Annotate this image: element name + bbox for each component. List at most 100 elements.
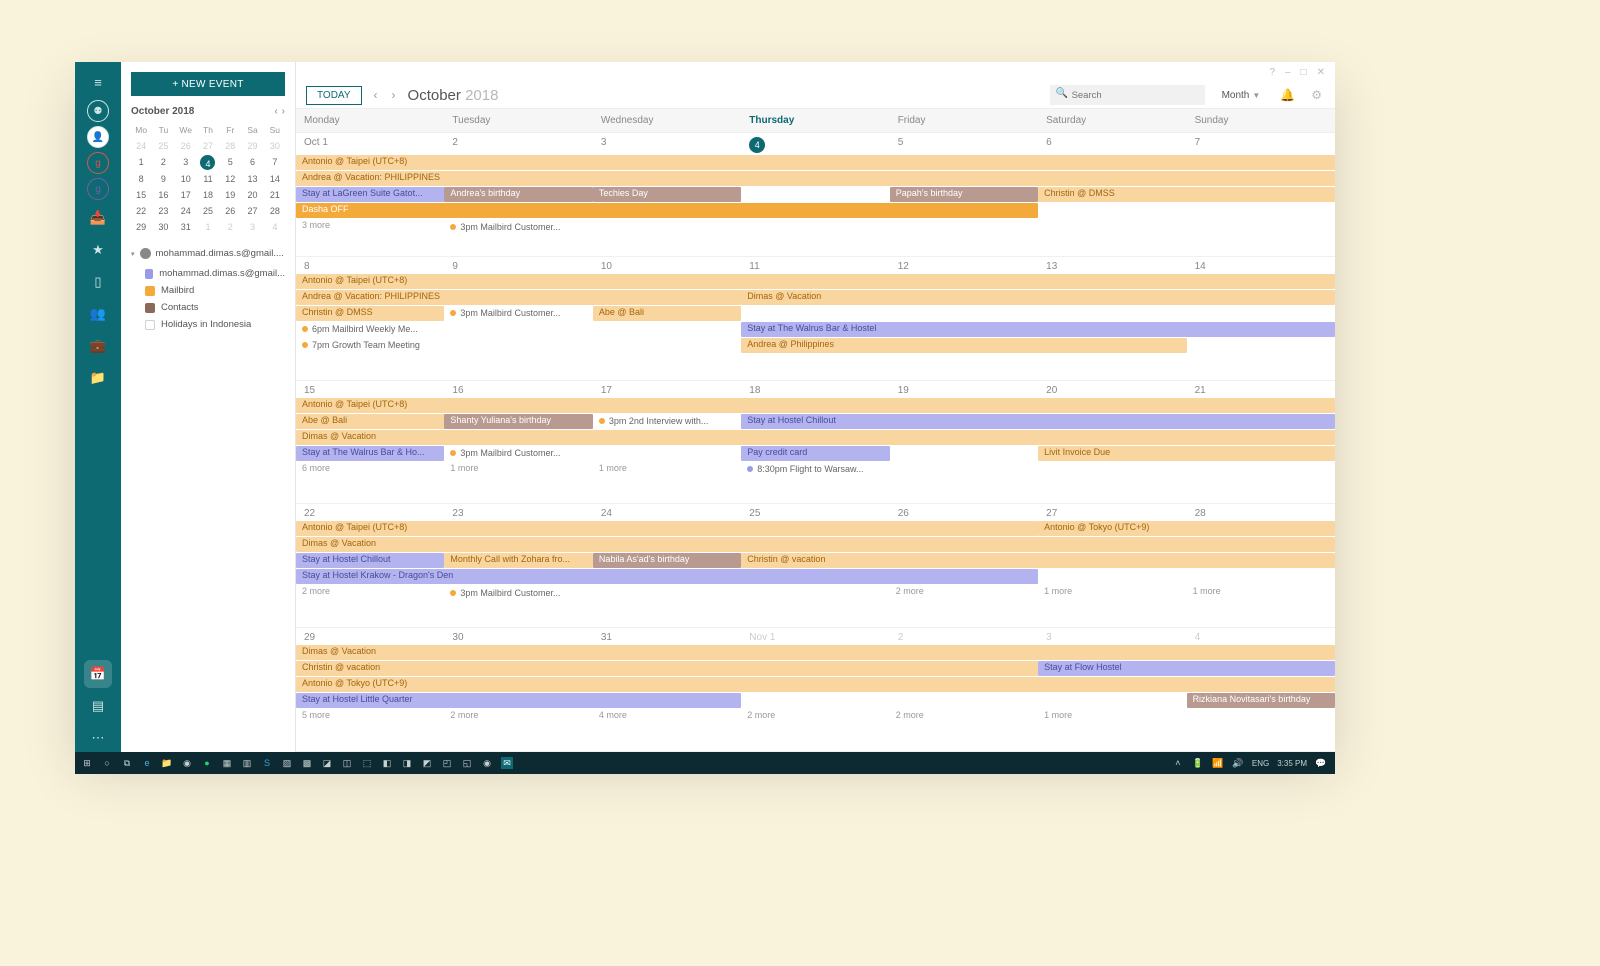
mini-day[interactable]: 9: [153, 172, 173, 186]
new-event-button[interactable]: + NEW EVENT: [131, 72, 285, 96]
mini-day[interactable]: 13: [242, 172, 262, 186]
minimize-icon[interactable]: –: [1285, 67, 1291, 78]
more-events-link[interactable]: 2 more: [741, 709, 889, 724]
mini-day[interactable]: 4: [200, 155, 215, 170]
date-cell[interactable]: 31: [593, 628, 741, 645]
calendar-event[interactable]: 3pm Mailbird Customer...: [444, 446, 592, 461]
calendar-event[interactable]: Christin @ DMSS: [1038, 187, 1335, 202]
date-cell[interactable]: 21: [1187, 381, 1335, 398]
mini-day[interactable]: 3: [176, 155, 196, 170]
date-cell[interactable]: 2: [444, 133, 592, 155]
mini-day[interactable]: 2: [220, 220, 240, 234]
calendar-toggle[interactable]: Contacts: [131, 299, 285, 316]
star-icon[interactable]: ★: [84, 236, 112, 264]
mini-day[interactable]: 31: [176, 220, 196, 234]
mini-day[interactable]: 6: [242, 155, 262, 170]
mini-day[interactable]: 29: [242, 139, 262, 153]
mini-day[interactable]: 1: [198, 220, 218, 234]
app2-icon[interactable]: ▦: [221, 757, 233, 769]
calendar-event[interactable]: 3pm Mailbird Customer...: [444, 219, 592, 234]
date-cell[interactable]: 3: [1038, 628, 1186, 645]
calendar-event[interactable]: Pay credit card: [741, 446, 889, 461]
calendar-event[interactable]: Andrea @ Philippines: [741, 338, 1186, 353]
mini-day[interactable]: 26: [176, 139, 196, 153]
calendar-event[interactable]: Antonio @ Taipei (UTC+8): [296, 521, 1038, 536]
mini-day[interactable]: 27: [198, 139, 218, 153]
start-icon[interactable]: ⊞: [81, 757, 93, 769]
help-icon[interactable]: ?: [1269, 67, 1275, 78]
date-cell[interactable]: 7: [1187, 133, 1335, 155]
cortana-icon[interactable]: ○: [101, 757, 113, 769]
app6-icon[interactable]: ◪: [321, 757, 333, 769]
maximize-icon[interactable]: □: [1301, 67, 1307, 78]
calendar-event[interactable]: Stay at The Walrus Bar & Hostel: [741, 322, 1335, 337]
calendar-event[interactable]: Dimas @ Vacation: [296, 430, 1335, 445]
more-events-link[interactable]: 1 more: [1038, 709, 1186, 724]
calendar-icon[interactable]: 📅: [84, 660, 112, 688]
date-cell[interactable]: 12: [890, 257, 1038, 274]
tray-time[interactable]: 3:35 PM: [1277, 759, 1307, 768]
date-cell[interactable]: 18: [741, 381, 889, 398]
mini-day[interactable]: 24: [176, 204, 196, 218]
calendar-event[interactable]: Abe @ Bali: [593, 306, 741, 321]
today-button[interactable]: TODAY: [306, 86, 362, 105]
date-cell[interactable]: 20: [1038, 381, 1186, 398]
date-cell[interactable]: 3: [593, 133, 741, 155]
calendar-event[interactable]: Antonio @ Tokyo (UTC+9): [296, 677, 1335, 692]
app7-icon[interactable]: ◫: [341, 757, 353, 769]
calendar-event[interactable]: Dimas @ Vacation: [741, 290, 1335, 305]
calendar-event[interactable]: Stay at Hostel Chillout: [296, 553, 444, 568]
calendar-event[interactable]: Antonio @ Tokyo (UTC+9): [1038, 521, 1335, 536]
date-cell[interactable]: 22: [296, 504, 444, 521]
more-events-link[interactable]: 6 more: [296, 462, 444, 477]
date-cell[interactable]: 25: [741, 504, 889, 521]
date-cell[interactable]: 4: [1187, 628, 1335, 645]
app9-icon[interactable]: ◧: [381, 757, 393, 769]
date-cell[interactable]: 28: [1187, 504, 1335, 521]
more-events-link[interactable]: 2 more: [444, 709, 592, 724]
calendar-event[interactable]: 3pm Mailbird Customer...: [444, 306, 592, 321]
mini-day[interactable]: 24: [131, 139, 151, 153]
date-cell[interactable]: 5: [890, 133, 1038, 155]
calendar-event[interactable]: 3pm 2nd Interview with...: [593, 414, 741, 429]
calendar-toggle[interactable]: Mailbird: [131, 282, 285, 299]
next-month-icon[interactable]: ›: [390, 88, 398, 102]
date-cell[interactable]: 26: [890, 504, 1038, 521]
calendar-event[interactable]: 6pm Mailbird Weekly Me...: [296, 322, 444, 337]
date-cell[interactable]: Oct 1: [296, 133, 444, 155]
app12-icon[interactable]: ◰: [441, 757, 453, 769]
more-events-link[interactable]: 5 more: [296, 709, 444, 724]
calendar-event[interactable]: Dimas @ Vacation: [296, 537, 1335, 552]
mini-day[interactable]: 20: [242, 188, 262, 202]
calendar-event[interactable]: Antonio @ Taipei (UTC+8): [296, 274, 1335, 289]
mini-day[interactable]: 30: [265, 139, 285, 153]
calendar-event[interactable]: Abe @ Bali: [296, 414, 444, 429]
mini-day[interactable]: 15: [131, 188, 151, 202]
mini-day[interactable]: 2: [153, 155, 173, 170]
calendar-event[interactable]: Stay at Hostel Krakow - Dragon's Den: [296, 569, 1038, 584]
calendar-event[interactable]: Techies Day: [593, 187, 741, 202]
calendar-event[interactable]: Andrea @ Vacation: PHILIPPINES: [296, 171, 1335, 186]
prev-month-icon[interactable]: ‹: [372, 88, 380, 102]
date-cell[interactable]: 23: [444, 504, 592, 521]
date-cell[interactable]: 17: [593, 381, 741, 398]
mini-day[interactable]: 12: [220, 172, 240, 186]
calendar-event[interactable]: Antonio @ Taipei (UTC+8): [296, 398, 1335, 413]
calendar-event[interactable]: Shanty Yuliana's birthday: [444, 414, 592, 429]
mini-day[interactable]: 27: [242, 204, 262, 218]
tray-lang[interactable]: ENG: [1252, 759, 1269, 768]
app13-icon[interactable]: ◱: [461, 757, 473, 769]
date-cell[interactable]: 13: [1038, 257, 1186, 274]
mini-next-icon[interactable]: ›: [282, 106, 285, 117]
more-events-link[interactable]: 2 more: [890, 585, 1038, 600]
mini-day[interactable]: 16: [153, 188, 173, 202]
date-cell[interactable]: 30: [444, 628, 592, 645]
search-input[interactable]: [1050, 85, 1205, 105]
more-events-link[interactable]: 1 more: [1038, 585, 1186, 600]
date-cell[interactable]: 4: [741, 133, 889, 155]
mini-day[interactable]: 30: [153, 220, 173, 234]
taskview-icon[interactable]: ⧉: [121, 757, 133, 769]
list-icon[interactable]: ▤: [84, 692, 112, 720]
groups-icon[interactable]: ⚉: [87, 100, 109, 122]
calendar-event[interactable]: Christin @ DMSS: [296, 306, 444, 321]
